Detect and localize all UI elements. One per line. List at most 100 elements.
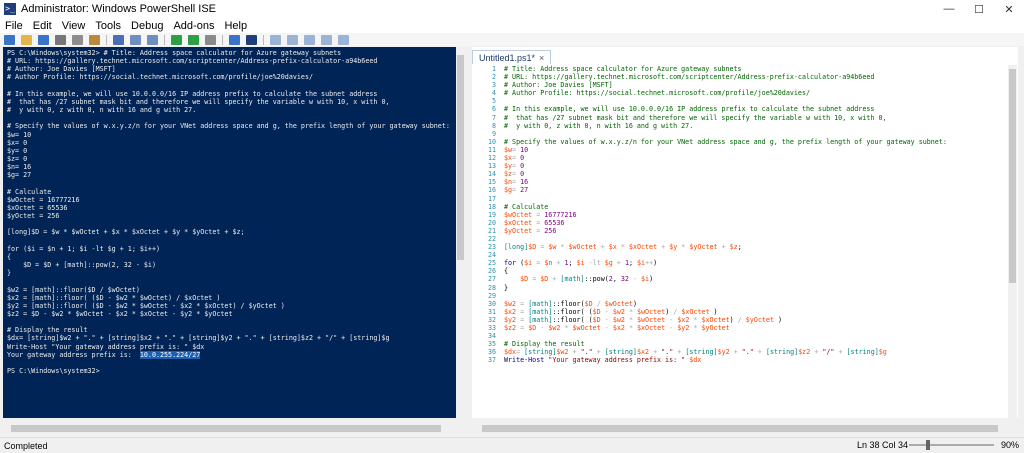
editor-line: 35 # Display the result bbox=[474, 340, 585, 348]
line-number: 24 bbox=[487, 251, 496, 260]
editor-line: 37 Write-Host "Your gateway address prefi… bbox=[474, 356, 701, 364]
save-icon[interactable] bbox=[38, 34, 49, 45]
line-number: 26 bbox=[487, 267, 496, 276]
line-number: 29 bbox=[487, 291, 496, 300]
redo-icon[interactable] bbox=[147, 34, 158, 45]
console-line: # URL: https://gallery.technet.microsoft… bbox=[7, 57, 378, 66]
console-result-value: 10.0.255.224/27 bbox=[139, 350, 201, 359]
console-line: # Specify the values of w.x.y.z/n for yo… bbox=[7, 122, 450, 131]
show-command-addon-icon[interactable] bbox=[338, 34, 349, 45]
script-code[interactable]: 1 # Title: Address space calculator for A… bbox=[474, 65, 1000, 364]
editor-line: 32 $y2 = [math]::floor( ($D - $w2 * $wOct… bbox=[474, 316, 782, 324]
show-command-window-icon[interactable] bbox=[321, 34, 332, 45]
console-line: $D = $D + [math]::pow(2, 32 - $i) bbox=[7, 261, 156, 270]
editor-line: 16 $g= 27 bbox=[474, 186, 528, 194]
line-number: 19 bbox=[487, 210, 496, 219]
editor-vertical-scrollbar[interactable] bbox=[1008, 65, 1017, 418]
script-editor[interactable]: 1 # Title: Address space calculator for A… bbox=[474, 65, 1000, 415]
title-bar: >_ Administrator: Windows PowerShell ISE… bbox=[0, 0, 1024, 18]
start-powershell-icon[interactable] bbox=[246, 34, 257, 45]
editor-line: 8 # y with 0, z with 0, n with 16 and g w… bbox=[474, 122, 693, 130]
console-line: $w= 10 bbox=[7, 130, 32, 139]
console-line: # In this example, we will use 10.0.0.0/… bbox=[7, 89, 378, 98]
editor-line: 31 $x2 = [math]::floor( ($D - $w2 * $wOct… bbox=[474, 308, 718, 316]
menu-tools[interactable]: Tools bbox=[90, 20, 126, 32]
console-line: # Author Profile: https://social.technet… bbox=[7, 73, 313, 82]
line-number: 4 bbox=[491, 89, 496, 98]
tab-close-icon[interactable]: × bbox=[539, 53, 544, 63]
editor-scroll-thumb[interactable] bbox=[1009, 69, 1016, 283]
open-folder-icon[interactable] bbox=[21, 34, 32, 45]
close-button[interactable]: ✕ bbox=[994, 0, 1024, 18]
line-number: 1 bbox=[491, 65, 496, 73]
line-number: 8 bbox=[491, 121, 496, 130]
cut-icon[interactable] bbox=[55, 34, 66, 45]
editor-line: 1 # Title: Address space calculator for A… bbox=[474, 65, 742, 73]
editor-line: 9 bbox=[474, 130, 504, 138]
line-number: 17 bbox=[487, 194, 496, 203]
run-selection-icon[interactable] bbox=[188, 34, 199, 45]
editor-line: 25 for ($i = $n + 1; $i -lt $g + 1; $i++) bbox=[474, 259, 657, 267]
line-number: 25 bbox=[487, 259, 496, 268]
status-bar: Completed Ln 38 Col 34 90% bbox=[0, 437, 1024, 453]
console-line: for ($i = $n + 1; $i -lt $g + 1; $i++) bbox=[7, 244, 160, 253]
minimize-button[interactable]: — bbox=[934, 0, 964, 18]
console-line: $yOctet = 256 bbox=[7, 212, 60, 221]
editor-line: 6 # In this example, we will use 10.0.0.0… bbox=[474, 105, 874, 113]
console-output[interactable]: PS C:\Windows\system32> # Title: Address… bbox=[3, 47, 456, 377]
console-line: Write-Host "Your gateway address prefix … bbox=[7, 342, 205, 351]
console-vertical-scrollbar[interactable] bbox=[456, 47, 465, 418]
menu-edit[interactable]: Edit bbox=[28, 20, 57, 32]
toolbar-separator bbox=[164, 34, 165, 45]
console-line: $wOctet = 16777216 bbox=[7, 195, 80, 204]
stop-icon[interactable] bbox=[205, 34, 216, 45]
show-script-pane-right-icon[interactable] bbox=[287, 34, 298, 45]
editor-horizontal-scrollbar[interactable] bbox=[474, 424, 1008, 433]
menu-debug[interactable]: Debug bbox=[126, 20, 168, 32]
console-pane[interactable]: PS C:\Windows\system32> # Title: Address… bbox=[3, 47, 456, 418]
editor-hscroll-thumb[interactable] bbox=[482, 425, 998, 432]
menu-help[interactable]: Help bbox=[219, 20, 252, 32]
line-number: 37 bbox=[487, 356, 496, 365]
menu-addons[interactable]: Add-ons bbox=[168, 20, 219, 32]
console-hscroll-thumb[interactable] bbox=[11, 425, 441, 432]
line-number: 21 bbox=[487, 226, 496, 235]
zoom-slider-handle[interactable] bbox=[926, 440, 930, 450]
paste-icon[interactable] bbox=[89, 34, 100, 45]
console-line: $x= 0 bbox=[7, 138, 28, 147]
console-scroll-thumb[interactable] bbox=[457, 55, 464, 260]
new-remote-tab-icon[interactable] bbox=[229, 34, 240, 45]
line-number: 31 bbox=[487, 307, 496, 316]
editor-line: 7 # that has /27 subnet mask bit and ther… bbox=[474, 114, 887, 122]
powershell-app-icon: >_ bbox=[4, 3, 16, 15]
line-number: 32 bbox=[487, 315, 496, 324]
console-line: $dx= [string]$w2 + "." + [string]$x2 + "… bbox=[7, 334, 390, 343]
console-line: $g= 27 bbox=[7, 171, 32, 180]
tab-untitled1[interactable]: Untitled1.ps1* × bbox=[472, 50, 552, 64]
editor-line: 11 $w= 10 bbox=[474, 146, 528, 154]
menu-file[interactable]: File bbox=[0, 20, 28, 32]
show-script-pane-max-icon[interactable] bbox=[304, 34, 315, 45]
line-number: 6 bbox=[491, 105, 496, 114]
editor-line: 13 $y= 0 bbox=[474, 162, 524, 170]
run-script-icon[interactable] bbox=[171, 34, 182, 45]
console-horizontal-scrollbar[interactable] bbox=[3, 424, 456, 433]
undo-icon[interactable] bbox=[130, 34, 141, 45]
new-file-icon[interactable] bbox=[4, 34, 15, 45]
console-line: # that has /27 subnet mask bit and there… bbox=[7, 97, 390, 106]
line-number: 9 bbox=[491, 129, 496, 138]
line-number: 28 bbox=[487, 283, 496, 292]
console-line: # y with 0, z with 0, n with 16 and g wi… bbox=[7, 106, 197, 115]
clear-console-icon[interactable] bbox=[113, 34, 124, 45]
zoom-slider[interactable] bbox=[909, 444, 994, 446]
editor-line: 23 [long]$D = $w * $wOctet + $x * $xOctet… bbox=[474, 243, 742, 251]
cursor-position: Ln 38 Col 34 bbox=[857, 440, 909, 450]
copy-icon[interactable] bbox=[72, 34, 83, 45]
show-script-pane-top-icon[interactable] bbox=[270, 34, 281, 45]
maximize-button[interactable]: ☐ bbox=[964, 0, 994, 18]
console-line: # Display the result bbox=[7, 326, 88, 335]
editor-line: 4 # Author Profile: https://social.techne… bbox=[474, 89, 810, 97]
line-number: 23 bbox=[487, 243, 496, 252]
menu-view[interactable]: View bbox=[57, 20, 91, 32]
status-text: Completed bbox=[4, 440, 48, 451]
